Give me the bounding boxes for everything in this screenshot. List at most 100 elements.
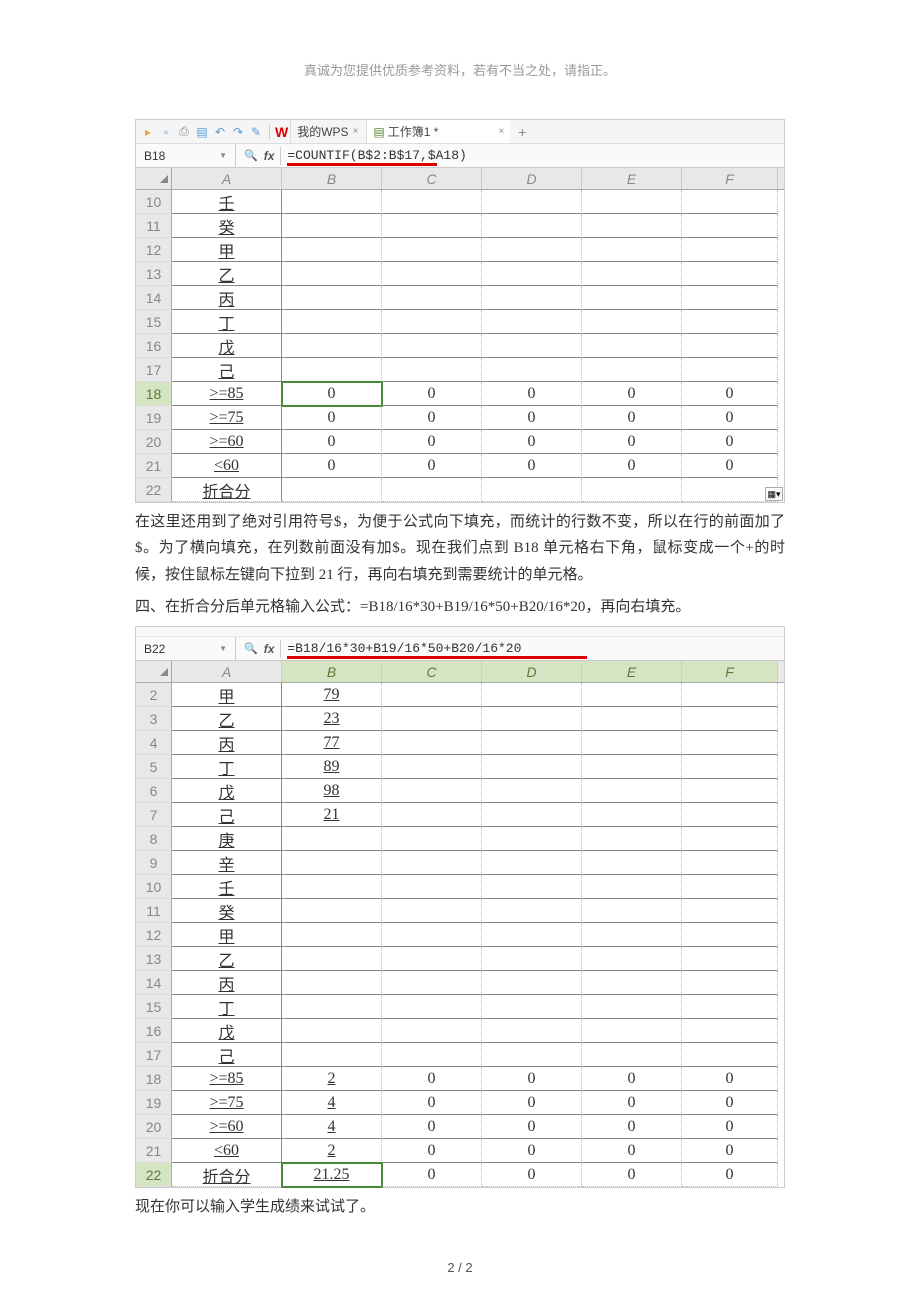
col-header-E[interactable]: E xyxy=(582,168,682,189)
cell[interactable] xyxy=(582,899,682,923)
cell[interactable]: 折合分 xyxy=(172,478,282,502)
cell[interactable] xyxy=(582,707,682,731)
cell[interactable]: 庚 xyxy=(172,827,282,851)
cell[interactable] xyxy=(382,1019,482,1043)
cell[interactable] xyxy=(582,755,682,779)
cell[interactable] xyxy=(582,1043,682,1067)
row-header[interactable]: 20 xyxy=(136,1115,172,1139)
cell[interactable] xyxy=(682,827,778,851)
cell[interactable] xyxy=(382,947,482,971)
cell[interactable] xyxy=(482,803,582,827)
cell[interactable] xyxy=(582,683,682,707)
cell[interactable]: >=60 xyxy=(172,430,282,454)
row-header[interactable]: 14 xyxy=(136,971,172,995)
cell[interactable] xyxy=(482,238,582,262)
cell[interactable] xyxy=(582,779,682,803)
folder-icon[interactable]: ▸ xyxy=(140,124,156,140)
cell[interactable]: 癸 xyxy=(172,214,282,238)
redo-icon[interactable]: ↷ xyxy=(230,124,246,140)
cell[interactable] xyxy=(282,286,382,310)
cell[interactable] xyxy=(682,947,778,971)
cell[interactable] xyxy=(282,478,382,502)
row-header[interactable]: 19 xyxy=(136,1091,172,1115)
cell[interactable] xyxy=(682,779,778,803)
row-header[interactable]: 15 xyxy=(136,995,172,1019)
col-header-B[interactable]: B xyxy=(282,168,382,189)
col-header-C[interactable]: C xyxy=(382,168,482,189)
select-all-corner[interactable] xyxy=(136,168,172,189)
cell[interactable] xyxy=(482,214,582,238)
cell[interactable] xyxy=(382,827,482,851)
row-header[interactable]: 21 xyxy=(136,1139,172,1163)
paste-options-icon[interactable]: ▦▾ xyxy=(765,487,783,501)
cell[interactable] xyxy=(582,947,682,971)
cell[interactable]: >=75 xyxy=(172,1091,282,1115)
row-header[interactable]: 10 xyxy=(136,875,172,899)
cell[interactable]: 0 xyxy=(382,1115,482,1139)
cell[interactable] xyxy=(482,995,582,1019)
close-icon[interactable]: × xyxy=(498,126,504,137)
cell[interactable]: 乙 xyxy=(172,262,282,286)
cell[interactable]: 己 xyxy=(172,358,282,382)
cell[interactable] xyxy=(282,310,382,334)
cell[interactable] xyxy=(582,731,682,755)
cell[interactable] xyxy=(382,803,482,827)
cell[interactable]: 21.25 xyxy=(282,1163,382,1187)
cell[interactable]: 甲 xyxy=(172,238,282,262)
cell[interactable] xyxy=(482,875,582,899)
row-header[interactable]: 5 xyxy=(136,755,172,779)
cell[interactable]: 0 xyxy=(682,430,778,454)
row-header[interactable]: 11 xyxy=(136,899,172,923)
col-header-A[interactable]: A xyxy=(172,168,282,189)
row-header[interactable]: 13 xyxy=(136,262,172,286)
cell[interactable] xyxy=(382,971,482,995)
row-header[interactable]: 16 xyxy=(136,334,172,358)
col-header-E[interactable]: E xyxy=(582,661,682,682)
cell[interactable] xyxy=(382,923,482,947)
cell[interactable] xyxy=(282,947,382,971)
cell[interactable]: 0 xyxy=(382,1139,482,1163)
cell[interactable] xyxy=(582,238,682,262)
cell[interactable] xyxy=(482,851,582,875)
cell[interactable] xyxy=(582,827,682,851)
row-header[interactable]: 7 xyxy=(136,803,172,827)
row-header[interactable]: 12 xyxy=(136,238,172,262)
row-header[interactable]: 13 xyxy=(136,947,172,971)
cell[interactable]: 0 xyxy=(682,406,778,430)
cell[interactable] xyxy=(382,731,482,755)
cell[interactable]: 0 xyxy=(382,1067,482,1091)
dropdown-icon[interactable]: ▼ xyxy=(219,151,227,160)
cell[interactable] xyxy=(382,875,482,899)
cell[interactable]: 丙 xyxy=(172,286,282,310)
dropdown-icon[interactable]: ▼ xyxy=(219,644,227,653)
cell[interactable]: 癸 xyxy=(172,899,282,923)
cell[interactable] xyxy=(682,310,778,334)
cell[interactable] xyxy=(582,214,682,238)
cell[interactable]: 乙 xyxy=(172,707,282,731)
cell[interactable] xyxy=(382,238,482,262)
cell[interactable]: 丙 xyxy=(172,971,282,995)
cell[interactable]: 0 xyxy=(582,406,682,430)
cell[interactable] xyxy=(482,190,582,214)
cell[interactable] xyxy=(582,478,682,502)
cell[interactable] xyxy=(682,851,778,875)
cell[interactable]: 乙 xyxy=(172,947,282,971)
cell[interactable] xyxy=(382,755,482,779)
cell[interactable] xyxy=(282,238,382,262)
cell[interactable]: 壬 xyxy=(172,190,282,214)
cell[interactable] xyxy=(682,334,778,358)
cell[interactable] xyxy=(482,899,582,923)
cell[interactable] xyxy=(682,971,778,995)
col-header-D[interactable]: D xyxy=(482,661,582,682)
cell[interactable]: 0 xyxy=(682,1091,778,1115)
cell[interactable] xyxy=(582,923,682,947)
cell[interactable] xyxy=(382,683,482,707)
preview-icon[interactable]: ▤ xyxy=(194,124,210,140)
cell[interactable]: 丁 xyxy=(172,310,282,334)
row-header[interactable]: 22 xyxy=(136,478,172,502)
cell[interactable]: 0 xyxy=(682,382,778,406)
cell[interactable] xyxy=(282,827,382,851)
cell[interactable]: 0 xyxy=(482,406,582,430)
cell[interactable] xyxy=(482,707,582,731)
cell[interactable]: <60 xyxy=(172,1139,282,1163)
